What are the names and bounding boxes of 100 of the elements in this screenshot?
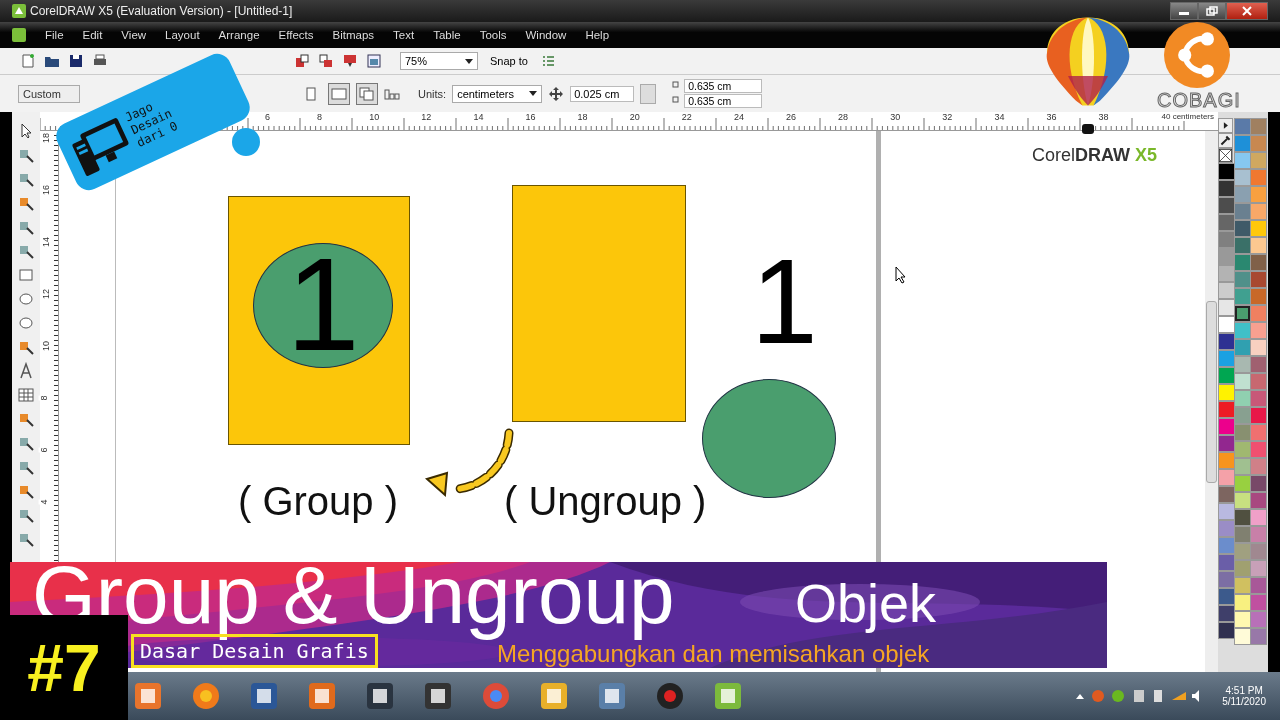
polygon-tool-icon[interactable]	[17, 314, 35, 332]
color-swatch[interactable]	[1250, 509, 1267, 526]
pages-icon	[359, 86, 375, 101]
menu-item[interactable]: Edit	[82, 29, 103, 41]
color-swatch[interactable]	[1250, 135, 1267, 152]
menu-item[interactable]: View	[121, 29, 147, 41]
no-fill-swatch[interactable]	[1218, 148, 1233, 163]
text-tool-icon[interactable]	[17, 362, 35, 380]
clock-time[interactable]: 4:51 PM	[1225, 685, 1263, 696]
caret-icon	[465, 58, 473, 64]
color-swatch[interactable]	[1250, 254, 1267, 271]
menu-item[interactable]: Tools	[479, 29, 507, 41]
export-icon[interactable]	[318, 53, 334, 69]
ruler-number: 18	[576, 112, 589, 122]
window-title: CorelDRAW X5 (Evaluation Version) - [Untitled-1]	[30, 4, 293, 18]
color-swatch[interactable]	[1250, 492, 1267, 509]
vertical-scrollbar[interactable]	[1205, 131, 1218, 672]
page-size-dropdown[interactable]: Custom	[18, 84, 80, 103]
color-swatch[interactable]	[1250, 186, 1267, 203]
table-tool-icon[interactable]	[17, 386, 35, 404]
color-swatch[interactable]	[1250, 594, 1267, 611]
menu-item[interactable]: Effects	[278, 29, 314, 41]
ruler-number: 20	[628, 112, 641, 122]
close-button[interactable]	[1226, 2, 1268, 20]
corel-logo-text: CorelDRAW X5	[1032, 145, 1158, 166]
menu-item[interactable]: Table	[433, 29, 461, 41]
color-swatch[interactable]	[1250, 271, 1267, 288]
color-swatch[interactable]	[1250, 628, 1267, 645]
ruler-number: 26	[785, 112, 797, 122]
color-swatch[interactable]	[1250, 305, 1267, 322]
color-swatch[interactable]	[1250, 441, 1267, 458]
move-arrows-icon	[548, 85, 565, 102]
portrait-page-icon	[306, 86, 316, 101]
banner-description: Menggabungkan dan memisahkan objek	[497, 640, 930, 668]
ruler-number: 10	[41, 341, 51, 351]
color-swatch[interactable]	[1250, 475, 1267, 492]
color-swatch[interactable]	[1250, 526, 1267, 543]
color-swatch[interactable]	[1250, 560, 1267, 577]
landscape-page-icon	[331, 87, 347, 100]
duplicate-y-field[interactable]: 0.635 cm	[684, 94, 763, 108]
restore-icon	[1206, 6, 1218, 16]
ruler-number: 14	[41, 237, 51, 247]
caret-icon	[529, 91, 538, 96]
loose-number: 1	[751, 241, 818, 361]
menu-item[interactable]: Text	[393, 29, 415, 41]
duplicate-x-field[interactable]: 0.635 cm	[684, 79, 763, 93]
new-document-icon[interactable]	[20, 53, 36, 69]
menu-item[interactable]: Help	[585, 29, 610, 41]
canvas-label: ( Group )	[238, 479, 399, 524]
color-swatch[interactable]	[1250, 288, 1267, 305]
color-swatch[interactable]	[1250, 390, 1267, 407]
menu-item[interactable]: Layout	[165, 29, 200, 41]
clock-date[interactable]: 5/11/2020	[1222, 696, 1266, 707]
menu-item[interactable]: File	[45, 29, 64, 41]
color-swatch[interactable]	[1250, 424, 1267, 441]
nudge-field[interactable]: 0.025 cm	[570, 85, 635, 102]
minimize-button[interactable]	[1170, 2, 1198, 20]
group-number: 1	[286, 254, 360, 357]
ruler-unit: 40 centimeters	[1161, 112, 1214, 121]
import-icon[interactable]	[294, 53, 310, 69]
color-swatch[interactable]	[1250, 118, 1267, 135]
ruler-number: 12	[41, 289, 51, 299]
ruler-number: 16	[524, 112, 537, 122]
ruler-number: 6	[38, 447, 49, 453]
menu-item[interactable]: Bitmaps	[332, 29, 375, 41]
palette-scroll-icon[interactable]	[1218, 118, 1233, 133]
color-swatch[interactable]	[1250, 322, 1267, 339]
color-swatch[interactable]	[1250, 203, 1267, 220]
color-swatch[interactable]	[1250, 152, 1267, 169]
color-swatch[interactable]	[1250, 339, 1267, 356]
restore-button[interactable]	[1198, 2, 1226, 20]
units-dropdown[interactable]: centimeters	[452, 84, 543, 103]
color-swatch[interactable]	[1250, 458, 1267, 475]
color-swatch[interactable]	[1250, 611, 1267, 628]
ruler-number: 4	[38, 499, 49, 505]
document-icon	[12, 28, 26, 42]
menu-item[interactable]: Arrange	[218, 29, 260, 41]
color-swatch[interactable]	[1250, 577, 1267, 594]
save-icon[interactable]	[68, 53, 84, 69]
ruler-number: 32	[941, 112, 954, 122]
landscape-button[interactable]	[328, 82, 350, 105]
color-swatch[interactable]	[1250, 373, 1267, 390]
mouse-cursor	[895, 266, 907, 284]
snap-to-dropdown[interactable]: Snap to	[486, 53, 532, 69]
ruler-number: 36	[1045, 112, 1058, 122]
menu-item[interactable]: Window	[525, 29, 567, 41]
color-swatch[interactable]	[1250, 356, 1267, 373]
color-swatch[interactable]	[1250, 543, 1267, 560]
zoom-dropdown[interactable]: 75%	[400, 52, 478, 70]
units-label: Units:	[418, 87, 447, 100]
rectangle-tool-icon[interactable]	[17, 266, 35, 284]
ruler-number: 8	[316, 112, 324, 122]
color-swatch[interactable]	[1250, 169, 1267, 186]
color-swatch[interactable]	[1250, 220, 1267, 237]
ruler-number: 22	[680, 112, 693, 122]
color-swatch[interactable]	[1250, 407, 1267, 424]
ellipse-tool-icon[interactable]	[17, 290, 35, 308]
all-pages-button[interactable]	[356, 82, 378, 105]
eyedropper-icon[interactable]	[1218, 133, 1233, 148]
color-swatch[interactable]	[1250, 237, 1267, 254]
